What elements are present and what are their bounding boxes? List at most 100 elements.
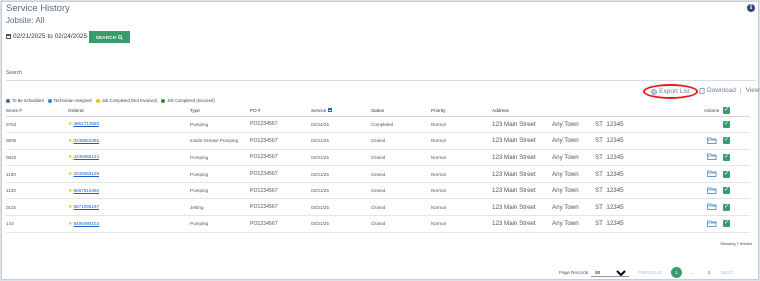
col-type[interactable]: Type — [190, 106, 250, 117]
legend-item: Job Completed (Invoiced) — [161, 98, 215, 103]
order-link[interactable]: 5871095197 — [73, 204, 99, 209]
score-cell: 1190 — [6, 165, 68, 183]
service-history-table: Score # OrderId Type PO # Service Status… — [6, 106, 750, 233]
legend-item: Technician Assigned — [47, 98, 92, 103]
row-checkbox[interactable]: ✓ — [723, 137, 730, 145]
col-service-label: Service — [311, 108, 327, 114]
calendar-icon — [6, 34, 11, 39]
select-cell: ✓ — [723, 198, 750, 217]
order-cell: ★4246065125 — [68, 165, 190, 183]
pagination: Page Records 50 PREVIOUS 1 ... 1 NEXT — [559, 267, 734, 278]
status-cell: Closed — [371, 215, 431, 233]
last-page-button[interactable]: 1 — [708, 270, 711, 275]
order-link[interactable]: 4246065124 — [73, 154, 99, 159]
previous-button[interactable]: PREVIOUS — [638, 270, 662, 275]
town-cell: Any Town — [552, 132, 595, 150]
status-cell: Closed — [371, 132, 431, 150]
score-cell: 0753 — [6, 116, 68, 134]
row-checkbox[interactable]: ✓ — [723, 153, 730, 161]
folder-icon[interactable] — [707, 137, 717, 144]
score-cell: 0842 — [6, 149, 68, 167]
service-date-cell: 02/24/25 — [311, 116, 371, 134]
state-zip-cell: ST 12345 — [595, 132, 656, 150]
col-priority[interactable]: Priority — [431, 106, 492, 117]
order-link[interactable]: 0238553385 — [73, 138, 99, 143]
order-link[interactable]: 4246065125 — [73, 171, 99, 176]
col-select-all[interactable]: ✓ — [723, 106, 750, 117]
download-link[interactable]: Download — [707, 87, 736, 94]
zip-text: 12345 — [606, 170, 624, 178]
legend-item: To Be Scheduled — [6, 98, 44, 103]
col-orderid[interactable]: OrderId — [68, 106, 190, 117]
state-text: ST — [595, 137, 603, 145]
star-icon: ★ — [68, 187, 73, 194]
select-cell: ✓ — [723, 149, 750, 167]
folder-icon[interactable] — [707, 220, 717, 227]
folder-icon[interactable] — [707, 153, 717, 161]
col-address[interactable]: Address — [492, 106, 552, 117]
page-records-label: Page Records — [559, 270, 589, 275]
page-1-button[interactable]: 1 — [670, 267, 682, 278]
date-range-field[interactable]: 02/21/2025 to 02/24/2025 — [6, 33, 87, 40]
search-label: Search — [6, 70, 22, 76]
jobsite-label: Jobsite: All — [6, 16, 45, 25]
row-checkbox[interactable]: ✓ — [723, 170, 730, 178]
score-cell: 0835 — [6, 132, 68, 150]
folder-icon[interactable] — [707, 187, 717, 194]
order-link[interactable]: 4951712550 — [73, 121, 99, 126]
state-text: ST — [595, 153, 603, 161]
next-button[interactable]: NEXT — [721, 270, 733, 275]
type-cell: Pumping — [190, 149, 250, 167]
page-title: Service History — [6, 3, 70, 14]
street-cell: 123 Main Street — [492, 182, 552, 200]
row-checkbox[interactable]: ✓ — [723, 220, 730, 228]
status-cell: Completed — [371, 116, 431, 134]
priority-cell: Normal — [431, 198, 492, 217]
row-checkbox[interactable]: ✓ — [723, 187, 730, 195]
col-service[interactable]: Service — [311, 106, 371, 117]
service-date-cell: 02/21/25 — [311, 132, 371, 150]
legend-item: Job Completed (Not Invoiced) — [95, 98, 158, 103]
folder-icon[interactable] — [707, 170, 717, 177]
col-status[interactable]: Status — [371, 106, 431, 117]
score-cell: 143 — [6, 215, 68, 233]
order-cell: ★4246065124 — [68, 149, 190, 167]
order-link[interactable]: 6567516468 — [73, 188, 99, 193]
export-list-label: Export List — [659, 88, 690, 95]
order-cell: ★4951712550 — [68, 116, 190, 134]
service-date-cell: 02/21/25 — [311, 215, 371, 233]
service-date-cell: 02/21/25 — [311, 182, 371, 200]
legend-dot — [6, 98, 10, 103]
actions-cell — [656, 116, 723, 134]
folder-icon[interactable] — [707, 203, 717, 211]
po-cell: PO1234567 — [250, 165, 311, 183]
view-link[interactable]: View — [746, 87, 760, 94]
col-score[interactable]: Score # — [6, 106, 68, 117]
row-checkbox[interactable]: ✓ — [723, 120, 730, 128]
date-range-value: 02/21/2025 to 02/24/2025 — [13, 33, 88, 40]
select-cell: ✓ — [723, 116, 750, 134]
zip-text: 12345 — [606, 120, 624, 128]
legend-label: Job Completed (Not Invoiced) — [101, 98, 158, 103]
status-cell: Closed — [371, 182, 431, 200]
search-input[interactable] — [6, 80, 756, 81]
priority-cell: Normal — [431, 116, 492, 134]
select-all-checkbox[interactable]: ✓ — [723, 107, 730, 115]
order-cell: ★6567516468 — [68, 182, 190, 200]
pagination-ellipsis: ... — [690, 270, 695, 275]
zip-text: 12345 — [606, 153, 624, 161]
score-cell: 1130 — [6, 182, 68, 200]
info-icon[interactable]: i — [747, 4, 755, 12]
row-checkbox[interactable]: ✓ — [723, 203, 730, 211]
search-button[interactable]: SEARCH — [89, 31, 130, 43]
actions-cell — [656, 198, 723, 217]
page-size-select[interactable]: 50 — [591, 268, 630, 277]
select-cell: ✓ — [723, 165, 750, 183]
col-po[interactable]: PO # — [250, 106, 311, 117]
col-actions: Actions — [656, 106, 723, 117]
type-cell: Jetting — [190, 198, 250, 217]
state-text: ST — [595, 203, 603, 211]
star-icon: ★ — [68, 137, 73, 144]
export-list-button[interactable]: Export List — [643, 84, 698, 99]
order-link[interactable]: 8495088103 — [73, 221, 99, 226]
